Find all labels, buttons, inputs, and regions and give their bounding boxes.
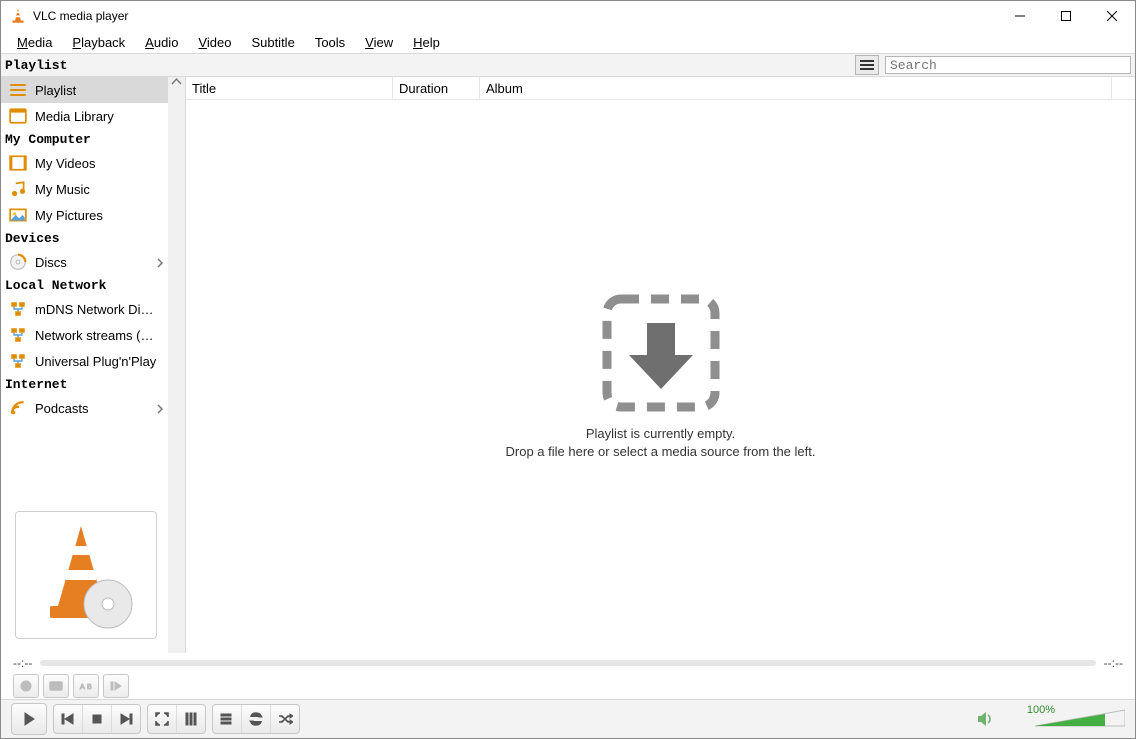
- sidebar-scrollbar[interactable]: [168, 77, 185, 653]
- search-input[interactable]: [885, 56, 1131, 74]
- empty-line1: Playlist is currently empty.: [506, 425, 816, 443]
- menu-view[interactable]: View: [355, 33, 403, 52]
- sidebar-item-media-library[interactable]: Media Library: [1, 103, 168, 129]
- sidebar-heading-local-network: Local Network: [1, 275, 168, 296]
- ab-loop-button[interactable]: AB: [73, 674, 99, 698]
- sidebar: Playlist Media Library My Computer My Vi…: [1, 77, 186, 653]
- sidebar-item-label: Playlist: [35, 83, 76, 98]
- svg-text:B: B: [87, 684, 92, 691]
- close-button[interactable]: [1089, 1, 1135, 31]
- playlist-pane: Title Duration Album Playlist is current…: [186, 77, 1135, 653]
- music-icon: [9, 180, 27, 198]
- titlebar: VLC media player: [1, 1, 1135, 31]
- sidebar-item-label: My Videos: [35, 156, 95, 171]
- sidebar-item-label: Universal Plug'n'Play: [35, 354, 156, 369]
- loop-button[interactable]: [242, 705, 271, 733]
- sidebar-item-label: Podcasts: [35, 401, 88, 416]
- sidebar-item-upnp[interactable]: Universal Plug'n'Play: [1, 348, 168, 374]
- sidebar-heading-devices: Devices: [1, 228, 168, 249]
- menu-help[interactable]: Help: [403, 33, 450, 52]
- volume-percent: 100%: [1027, 704, 1055, 716]
- menu-media[interactable]: Media: [7, 33, 62, 52]
- disc-icon: [9, 253, 27, 271]
- media-library-icon: [9, 107, 27, 125]
- drop-arrow-icon: [601, 293, 721, 413]
- speaker-icon: [977, 711, 995, 727]
- column-duration[interactable]: Duration: [393, 77, 480, 99]
- sidebar-item-label: Media Library: [35, 109, 114, 124]
- network-icon: [9, 326, 27, 344]
- sidebar-item-playlist[interactable]: Playlist: [1, 77, 168, 103]
- sidebar-item-label: Discs: [35, 255, 67, 270]
- sidebar-heading-internet: Internet: [1, 374, 168, 395]
- sidebar-item-sap[interactable]: Network streams (SAP): [1, 322, 168, 348]
- control-bar: 100%: [1, 699, 1135, 738]
- next-button[interactable]: [112, 705, 140, 733]
- seek-row: --:-- --:--: [1, 653, 1135, 673]
- scroll-up-arrow-icon: [171, 77, 182, 82]
- network-icon: [9, 352, 27, 370]
- network-icon: [9, 300, 27, 318]
- sidebar-item-label: mDNS Network Disco...: [35, 302, 159, 317]
- column-headers: Title Duration Album: [186, 77, 1135, 100]
- menu-subtitle[interactable]: Subtitle: [241, 33, 304, 52]
- column-album[interactable]: Album: [480, 77, 1112, 99]
- volume-control[interactable]: 100%: [977, 708, 1125, 730]
- sidebar-item-podcasts[interactable]: Podcasts: [1, 395, 168, 421]
- main-area: Playlist Media Library My Computer My Vi…: [1, 77, 1135, 653]
- podcast-icon: [9, 399, 27, 417]
- chevron-right-icon: [156, 403, 164, 417]
- pictures-icon: [9, 206, 27, 224]
- dock-buttons: AB: [1, 673, 1135, 699]
- chevron-right-icon: [156, 257, 164, 271]
- menu-video[interactable]: Video: [188, 33, 241, 52]
- previous-button[interactable]: [54, 705, 83, 733]
- frame-step-button[interactable]: [103, 674, 129, 698]
- drop-zone[interactable]: Playlist is currently empty. Drop a file…: [186, 100, 1135, 653]
- sidebar-item-my-videos[interactable]: My Videos: [1, 150, 168, 176]
- sidebar-item-my-music[interactable]: My Music: [1, 176, 168, 202]
- sidebar-item-label: Network streams (SAP): [35, 328, 159, 343]
- sidebar-item-my-pictures[interactable]: My Pictures: [1, 202, 168, 228]
- sidebar-item-label: My Pictures: [35, 208, 103, 223]
- empty-line2: Drop a file here or select a media sourc…: [506, 443, 816, 461]
- record-button[interactable]: [13, 674, 39, 698]
- time-elapsed: --:--: [13, 656, 32, 670]
- snapshot-button[interactable]: [43, 674, 69, 698]
- window-title: VLC media player: [33, 9, 128, 23]
- menu-tools[interactable]: Tools: [305, 33, 355, 52]
- sidebar-item-mdns[interactable]: mDNS Network Disco...: [1, 296, 168, 322]
- menu-playback[interactable]: Playback: [62, 33, 135, 52]
- sidebar-heading-my-computer: My Computer: [1, 129, 168, 150]
- toggle-playlist-button[interactable]: [213, 705, 242, 733]
- maximize-button[interactable]: [1043, 1, 1089, 31]
- playlist-view-mode-button[interactable]: [855, 55, 879, 75]
- svg-text:A: A: [80, 684, 85, 691]
- fullscreen-button[interactable]: [148, 705, 177, 733]
- strip-title: Playlist: [5, 58, 67, 73]
- minimize-button[interactable]: [997, 1, 1043, 31]
- stop-button[interactable]: [83, 705, 112, 733]
- playlist-header-strip: Playlist Playlist: [1, 53, 1135, 77]
- menu-audio[interactable]: Audio: [135, 33, 188, 52]
- play-button[interactable]: [12, 704, 46, 734]
- vlc-cone-icon: [9, 7, 27, 25]
- cover-art: [15, 511, 157, 639]
- sidebar-item-label: My Music: [35, 182, 90, 197]
- shuffle-button[interactable]: [271, 705, 299, 733]
- video-icon: [9, 154, 27, 172]
- sidebar-item-discs[interactable]: Discs: [1, 249, 168, 275]
- column-title[interactable]: Title: [186, 77, 393, 99]
- seek-slider[interactable]: [40, 660, 1095, 666]
- time-total: --:--: [1104, 656, 1123, 670]
- playlist-icon: [9, 81, 27, 99]
- menubar: Media Playback Audio Video Subtitle Tool…: [1, 31, 1135, 53]
- extended-settings-button[interactable]: [177, 705, 205, 733]
- app-window: VLC media player Media Playback Audio Vi…: [0, 0, 1136, 739]
